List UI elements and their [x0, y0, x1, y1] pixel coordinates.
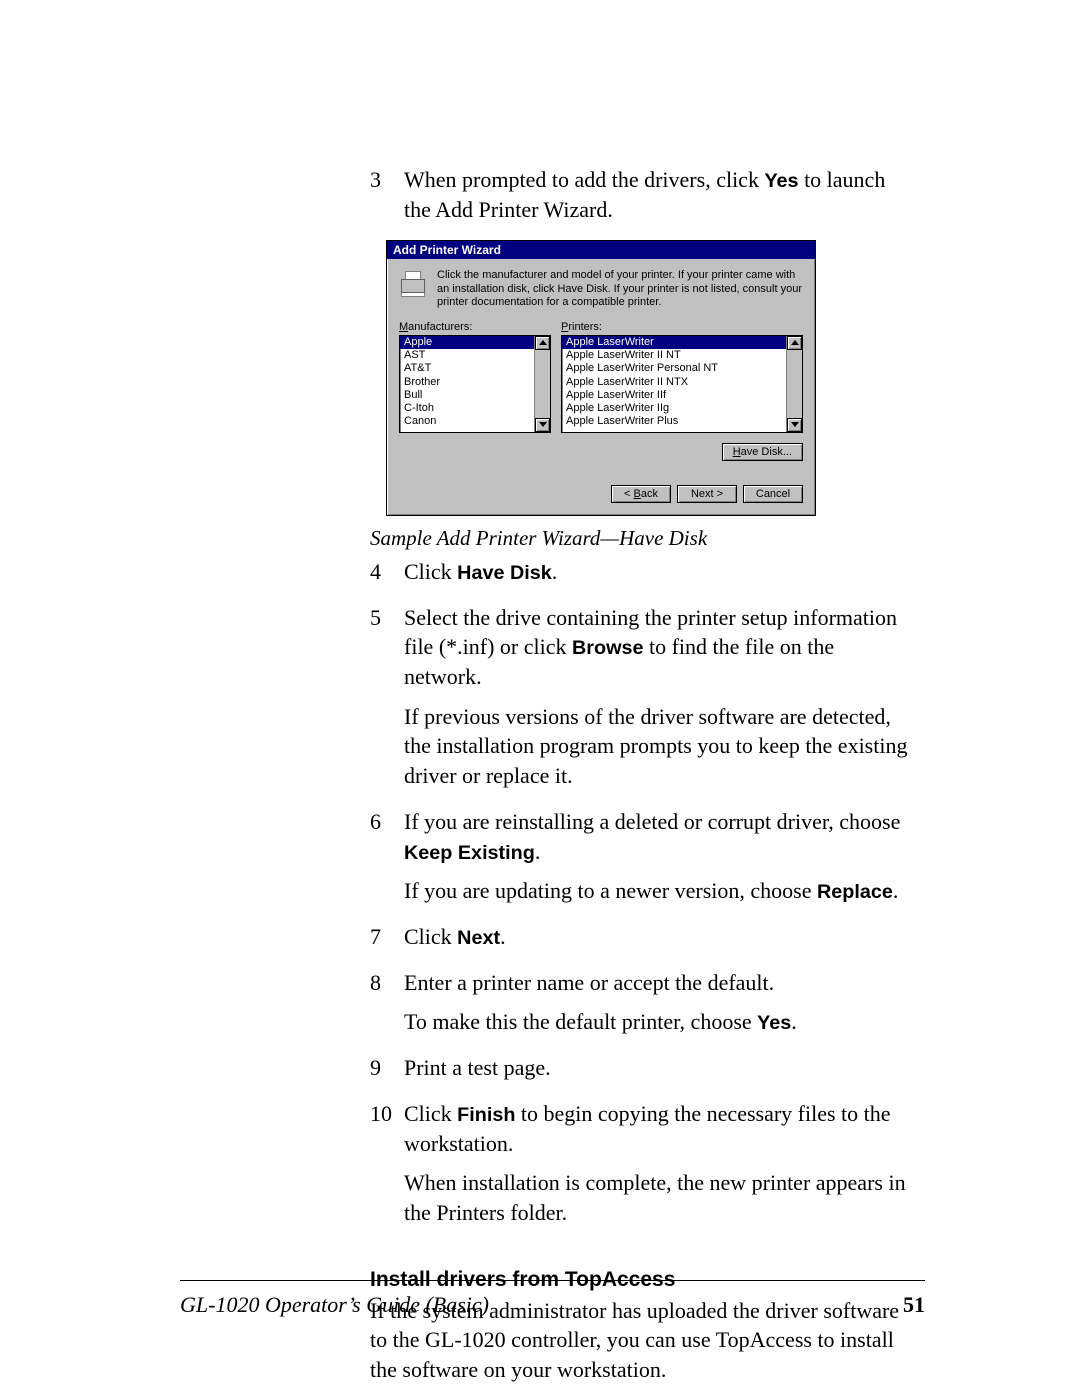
step-6: 6 If you are reinstalling a deleted or c… — [370, 807, 910, 916]
step-follow-text: If you are updating to a newer version, … — [404, 878, 817, 903]
step-3: 3 When prompted to add the drivers, clic… — [370, 165, 910, 234]
page-number: 51 — [903, 1292, 925, 1318]
step-text: Click — [404, 924, 457, 949]
footer-title: GL-1020 Operator’s Guide (Basic) — [180, 1292, 489, 1318]
printers-listbox[interactable]: Apple LaserWriter Apple LaserWriter II N… — [561, 335, 803, 433]
back-button[interactable]: < Back — [611, 485, 671, 503]
step-text: When prompted to add the drivers, click — [404, 167, 764, 192]
step-number: 10 — [370, 1099, 404, 1238]
list-item[interactable]: Apple LaserWriter Plus — [562, 415, 786, 428]
ui-term-finish: Finish — [457, 1104, 515, 1126]
manufacturers-listbox[interactable]: Apple AST AT&T Brother Bull C-Itoh Canon — [399, 335, 551, 433]
scrollbar[interactable] — [786, 336, 802, 432]
list-item[interactable]: Apple LaserWriter Personal NT — [562, 362, 786, 375]
step-9: 9 Print a test page. — [370, 1053, 910, 1093]
scroll-up-button[interactable] — [787, 336, 802, 350]
step-number: 7 — [370, 922, 404, 962]
step-text: . — [535, 839, 541, 864]
ui-term-browse: Browse — [572, 637, 643, 659]
list-item[interactable]: AST — [400, 349, 534, 362]
printers-label: Printers: — [561, 321, 803, 333]
printer-icon — [399, 269, 427, 297]
ui-term-keep-existing: Keep Existing — [404, 842, 535, 864]
step-number: 6 — [370, 807, 404, 916]
step-10: 10 Click Finish to begin copying the nec… — [370, 1099, 910, 1238]
step-text: Click — [404, 1101, 457, 1126]
list-item[interactable]: AT&T — [400, 362, 534, 375]
step-number: 8 — [370, 968, 404, 1047]
step-7: 7 Click Next. — [370, 922, 910, 962]
list-item[interactable]: Apple LaserWriter II NT — [562, 349, 786, 362]
list-item[interactable]: Apple LaserWriter IIg — [562, 402, 786, 415]
ui-term-yes: Yes — [757, 1012, 791, 1034]
figure-caption: Sample Add Printer Wizard—Have Disk — [370, 526, 910, 551]
list-item[interactable]: Apple — [400, 336, 534, 349]
step-number: 9 — [370, 1053, 404, 1093]
step-8: 8 Enter a printer name or accept the def… — [370, 968, 910, 1047]
step-text: Enter a printer name or accept the defau… — [404, 968, 910, 998]
ui-term-have-disk: Have Disk — [457, 562, 552, 584]
scroll-down-button[interactable] — [535, 418, 550, 432]
step-text: . — [500, 924, 506, 949]
list-item[interactable]: C-Itoh — [400, 402, 534, 415]
dialog-instruction: Click the manufacturer and model of your… — [437, 269, 803, 309]
step-5: 5 Select the drive containing the printe… — [370, 603, 910, 801]
list-item[interactable]: Apple LaserWriter — [562, 336, 786, 349]
have-disk-button[interactable]: Have Disk... — [722, 443, 803, 461]
manufacturers-label: Manufacturers: — [399, 321, 551, 333]
list-item[interactable]: Bull — [400, 389, 534, 402]
next-button[interactable]: Next > — [677, 485, 737, 503]
list-item[interactable]: Brother — [400, 376, 534, 389]
step-follow-text: When installation is complete, the new p… — [404, 1168, 910, 1227]
cancel-button[interactable]: Cancel — [743, 485, 803, 503]
step-text: Print a test page. — [404, 1053, 910, 1083]
step-4: 4 Click Have Disk. — [370, 557, 910, 597]
ui-term-yes: Yes — [764, 170, 798, 192]
ui-term-next: Next — [457, 927, 500, 949]
scrollbar[interactable] — [534, 336, 550, 432]
step-text: Click — [404, 559, 457, 584]
footer-rule — [180, 1280, 925, 1281]
add-printer-wizard-dialog: Add Printer Wizard Click the manufacture… — [386, 240, 816, 516]
step-text: . — [552, 559, 558, 584]
step-number: 3 — [370, 165, 404, 234]
list-item[interactable]: Apple LaserWriter II NTX — [562, 376, 786, 389]
scroll-down-button[interactable] — [787, 418, 802, 432]
list-item[interactable]: Canon — [400, 415, 534, 428]
list-item[interactable]: Apple LaserWriter IIf — [562, 389, 786, 402]
step-follow-text: If previous versions of the driver softw… — [404, 702, 910, 791]
ui-term-replace: Replace — [817, 881, 893, 903]
step-follow-text: . — [791, 1009, 797, 1034]
step-number: 4 — [370, 557, 404, 597]
scroll-up-button[interactable] — [535, 336, 550, 350]
dialog-title: Add Printer Wizard — [387, 241, 815, 259]
step-number: 5 — [370, 603, 404, 801]
step-follow-text: To make this the default printer, choose — [404, 1009, 757, 1034]
step-text: If you are reinstalling a deleted or cor… — [404, 809, 900, 834]
step-follow-text: . — [893, 878, 899, 903]
